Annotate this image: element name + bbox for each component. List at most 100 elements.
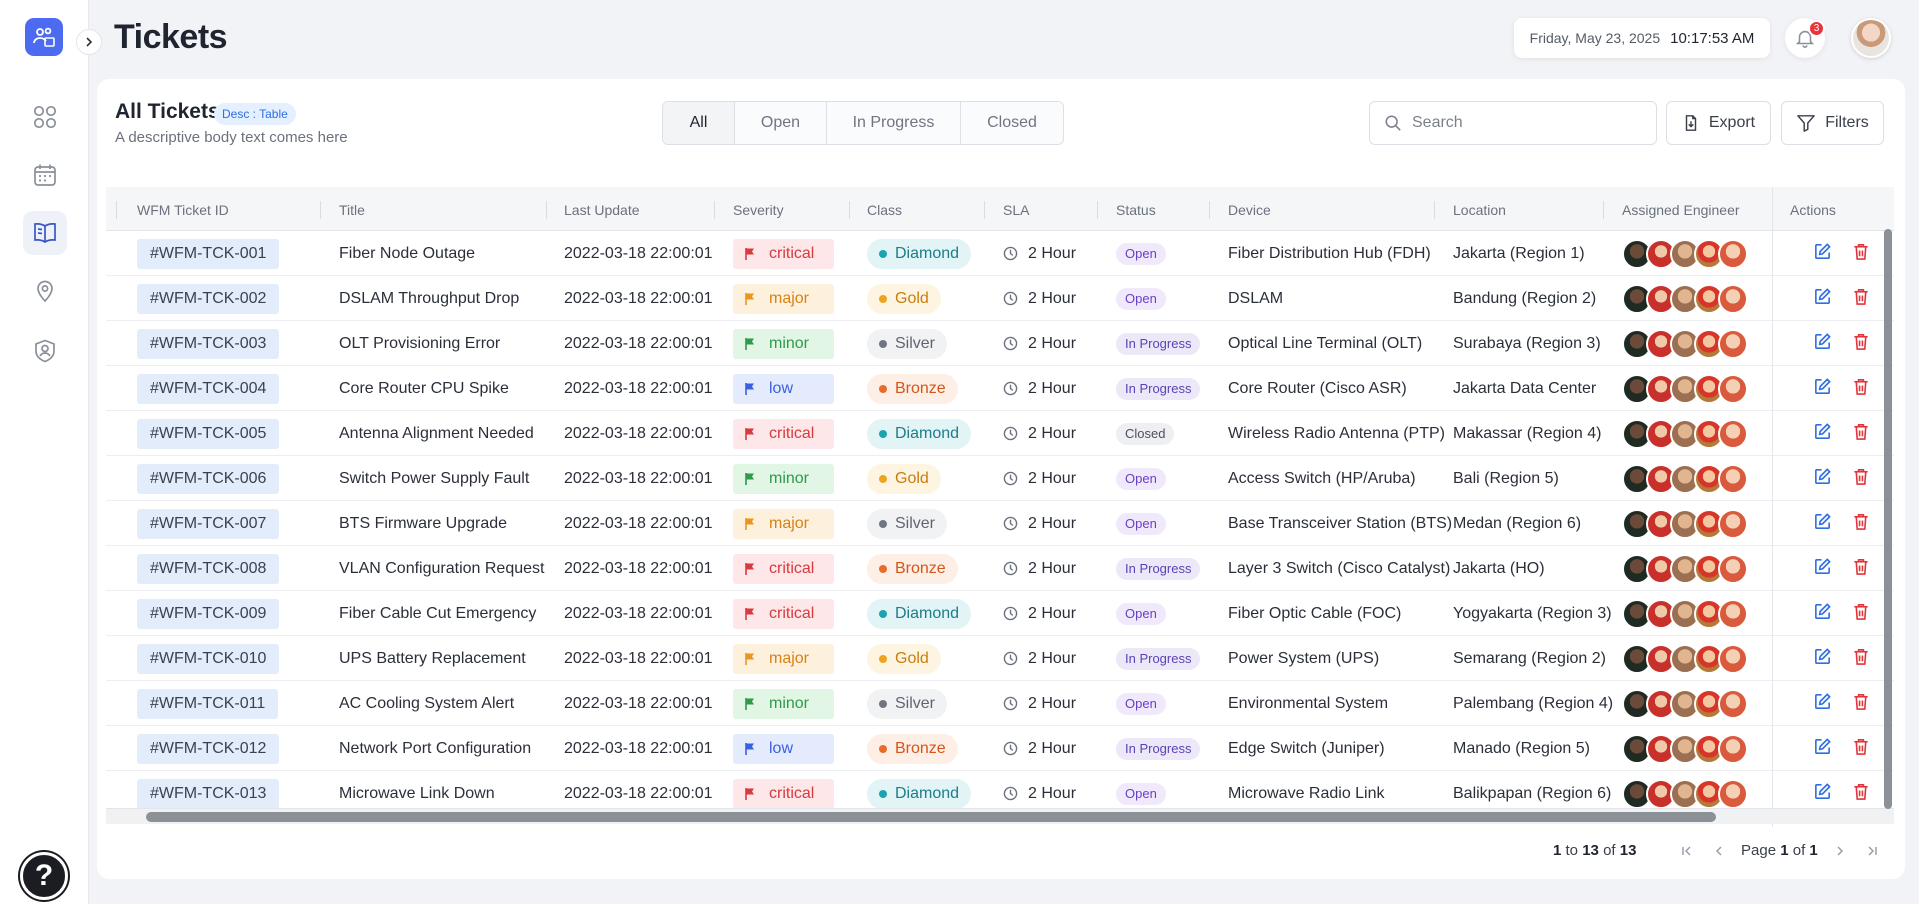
table-row[interactable]: #WFM-TCK-002 DSLAM Throughput Drop 2022-…: [106, 276, 1894, 321]
table-row[interactable]: #WFM-TCK-004 Core Router CPU Spike 2022-…: [106, 366, 1894, 411]
column-last-update[interactable]: Last Update: [564, 187, 640, 231]
ticket-id[interactable]: #WFM-TCK-004: [137, 373, 280, 404]
ticket-id[interactable]: #WFM-TCK-007: [137, 508, 280, 539]
horizontal-scrollbar[interactable]: [106, 808, 1894, 824]
engineer-avatar[interactable]: [1718, 508, 1748, 539]
search-input[interactable]: [1412, 114, 1632, 132]
engineer-avatar[interactable]: [1718, 418, 1748, 449]
tab-all[interactable]: All: [663, 102, 735, 144]
avatar-group[interactable]: [1622, 373, 1748, 404]
column-severity[interactable]: Severity: [733, 187, 784, 231]
ticket-id[interactable]: #WFM-TCK-002: [137, 283, 280, 314]
tab-closed[interactable]: Closed: [961, 102, 1063, 144]
table-row[interactable]: #WFM-TCK-006 Switch Power Supply Fault 2…: [106, 456, 1894, 501]
ticket-id[interactable]: #WFM-TCK-013: [137, 778, 280, 809]
flag-icon: [745, 427, 754, 440]
table-row[interactable]: #WFM-TCK-012 Network Port Configuration …: [106, 726, 1894, 771]
avatar-group[interactable]: [1622, 553, 1748, 584]
engineer-avatar[interactable]: [1718, 328, 1748, 359]
next-page-button[interactable]: [1830, 844, 1850, 858]
severity-label: low: [769, 739, 794, 757]
avatar-group[interactable]: [1622, 598, 1748, 629]
ticket-id[interactable]: #WFM-TCK-003: [137, 328, 280, 359]
ticket-id[interactable]: #WFM-TCK-012: [137, 733, 280, 764]
sidebar-toggle-button[interactable]: [76, 29, 102, 55]
assigned-engineers: [1622, 366, 1748, 411]
table-row[interactable]: #WFM-TCK-011 AC Cooling System Alert 202…: [106, 681, 1894, 726]
avatar-group[interactable]: [1622, 778, 1748, 809]
avatar-group[interactable]: [1622, 463, 1748, 494]
avatar-group[interactable]: [1622, 643, 1748, 674]
table-row[interactable]: #WFM-TCK-010 UPS Battery Replacement 202…: [106, 636, 1894, 681]
tab-in-progress[interactable]: In Progress: [827, 102, 961, 144]
engineer-avatar[interactable]: [1718, 643, 1748, 674]
table-row[interactable]: #WFM-TCK-003 OLT Provisioning Error 2022…: [106, 321, 1894, 366]
user-avatar[interactable]: [1851, 18, 1891, 58]
ticket-id[interactable]: #WFM-TCK-008: [137, 553, 280, 584]
first-page-button[interactable]: [1677, 844, 1697, 858]
table-row[interactable]: #WFM-TCK-007 BTS Firmware Upgrade 2022-0…: [106, 501, 1894, 546]
tab-open[interactable]: Open: [735, 102, 827, 144]
severity-label: major: [769, 514, 810, 532]
ticket-title: DSLAM Throughput Drop: [339, 289, 520, 307]
avatar-group[interactable]: [1622, 238, 1748, 269]
flag-icon: [745, 787, 754, 800]
status-cell: Open: [1116, 591, 1166, 636]
engineer-avatar[interactable]: [1718, 463, 1748, 494]
ticket-id[interactable]: #WFM-TCK-011: [137, 688, 279, 719]
avatar-group[interactable]: [1622, 688, 1748, 719]
avatar-group[interactable]: [1622, 418, 1748, 449]
table-row[interactable]: #WFM-TCK-001 Fiber Node Outage 2022-03-1…: [106, 231, 1894, 276]
app-logo[interactable]: [25, 18, 63, 56]
class-dot-icon: [879, 789, 887, 798]
column-location[interactable]: Location: [1453, 187, 1506, 231]
status-badge: Open: [1116, 692, 1166, 715]
last-page-button[interactable]: [1862, 844, 1882, 858]
help-button[interactable]: ?: [20, 852, 68, 900]
column-ticket-id[interactable]: WFM Ticket ID: [137, 187, 229, 231]
avatar-group[interactable]: [1622, 328, 1748, 359]
nav-dashboard[interactable]: [23, 95, 67, 139]
previous-page-button[interactable]: [1709, 844, 1729, 858]
column-status[interactable]: Status: [1116, 187, 1156, 231]
ticket-title: Switch Power Supply Fault: [339, 469, 530, 487]
engineer-avatar[interactable]: [1718, 688, 1748, 719]
nav-engineers[interactable]: [23, 329, 67, 373]
table-row[interactable]: #WFM-TCK-008 VLAN Configuration Request …: [106, 546, 1894, 591]
engineer-avatar[interactable]: [1718, 373, 1748, 404]
export-button[interactable]: Export: [1666, 101, 1771, 145]
engineer-avatar[interactable]: [1718, 553, 1748, 584]
avatar-group[interactable]: [1622, 283, 1748, 314]
status-cell: In Progress: [1116, 546, 1201, 591]
ticket-id[interactable]: #WFM-TCK-006: [137, 463, 280, 494]
column-sla[interactable]: SLA: [1003, 187, 1029, 231]
ticket-id[interactable]: #WFM-TCK-010: [137, 643, 280, 674]
nav-locations[interactable]: [23, 269, 67, 313]
nav-calendar[interactable]: [23, 153, 67, 197]
column-assigned-engineer[interactable]: Assigned Engineer: [1622, 187, 1740, 231]
column-device[interactable]: Device: [1228, 187, 1271, 231]
severity-label: low: [769, 379, 794, 397]
ticket-id[interactable]: #WFM-TCK-005: [137, 418, 280, 449]
engineer-avatar[interactable]: [1718, 598, 1748, 629]
table-row[interactable]: #WFM-TCK-009 Fiber Cable Cut Emergency 2…: [106, 591, 1894, 636]
column-separator: [116, 201, 117, 219]
vertical-scrollbar-thumb[interactable]: [1884, 229, 1892, 809]
engineer-avatar[interactable]: [1718, 283, 1748, 314]
ticket-id[interactable]: #WFM-TCK-001: [137, 238, 280, 269]
horizontal-scrollbar-thumb[interactable]: [146, 812, 1716, 822]
column-class[interactable]: Class: [867, 187, 902, 231]
class-badge: Diamond: [867, 418, 972, 449]
filters-button[interactable]: Filters: [1781, 101, 1884, 145]
table-row[interactable]: #WFM-TCK-005 Antenna Alignment Needed 20…: [106, 411, 1894, 456]
engineer-avatar[interactable]: [1718, 238, 1748, 269]
engineer-avatar[interactable]: [1718, 778, 1748, 809]
flag-icon: [745, 607, 754, 620]
avatar-group[interactable]: [1622, 733, 1748, 764]
nav-tickets[interactable]: [23, 211, 67, 255]
avatar-group[interactable]: [1622, 508, 1748, 539]
ticket-id[interactable]: #WFM-TCK-009: [137, 598, 280, 629]
engineer-avatar[interactable]: [1718, 733, 1748, 764]
column-title[interactable]: Title: [339, 187, 365, 231]
severity-badge: low: [733, 733, 834, 764]
